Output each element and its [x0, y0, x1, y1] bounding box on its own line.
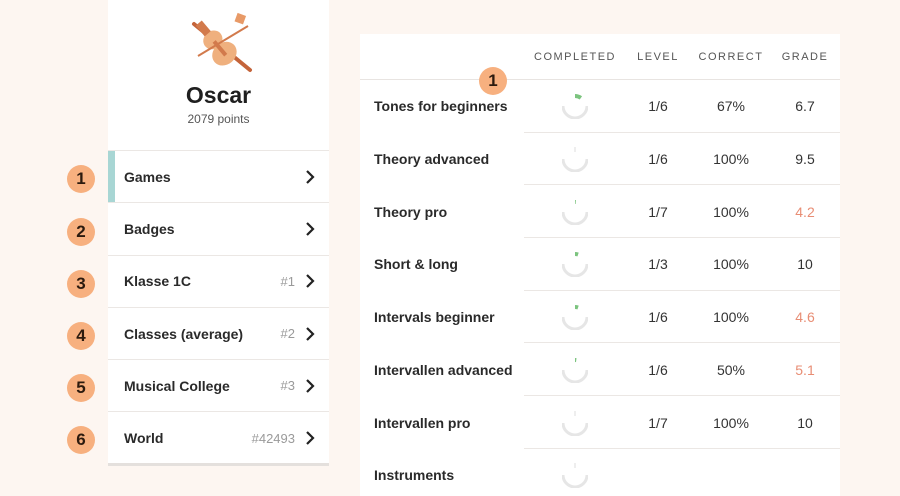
completion-progress-ring — [562, 357, 588, 383]
grade-cell: 4.2 — [795, 203, 815, 220]
step-badge: 4 — [67, 322, 95, 350]
profile-name: Oscar — [185, 82, 252, 108]
correct-cell: 100% — [713, 414, 749, 431]
step-badge: 1 — [67, 165, 95, 193]
grade-cell: 5.1 — [795, 361, 815, 378]
level-cell: 1/3 — [648, 256, 668, 273]
completion-progress-ring — [562, 252, 588, 278]
completion-progress-ring — [562, 94, 588, 120]
grade-cell: 4.6 — [795, 309, 815, 326]
level-cell: 1/7 — [648, 203, 668, 220]
menu-item-label: Classes (average) — [124, 325, 244, 342]
menu-item-klasse-1c[interactable]: Klasse 1C #1 — [108, 254, 329, 307]
profile-menu: Games Badges Klasse 1C #1 Classes (avera… — [108, 150, 329, 464]
violin-icon — [192, 12, 252, 72]
menu-item-rank: #3 — [280, 378, 295, 394]
menu-item-classes-average[interactable]: Classes (average) #2 — [108, 306, 329, 359]
game-name: Tones for beginners — [374, 98, 508, 115]
game-name: Theory advanced — [374, 151, 490, 168]
menu-item-games[interactable]: Games — [108, 150, 329, 203]
menu-item-world[interactable]: World #42493 — [108, 411, 329, 463]
column-header-level[interactable]: LEVEL — [628, 51, 688, 63]
correct-cell: 67% — [716, 98, 746, 115]
correct-cell: 100% — [713, 203, 749, 220]
step-badge: 1 — [479, 67, 507, 95]
menu-item-rank: #2 — [280, 326, 295, 342]
game-name: Intervallen pro — [374, 414, 471, 431]
step-badge: 3 — [67, 270, 95, 298]
menu-item-rank: #1 — [280, 273, 295, 289]
grade-cell: 10 — [797, 414, 813, 431]
table-row[interactable]: Instruments — [360, 449, 840, 496]
table-row[interactable]: Intervallen advanced 1/6 50% 5.1 — [360, 344, 840, 397]
level-cell: 1/6 — [648, 151, 668, 168]
completion-progress-ring — [562, 305, 588, 331]
correct-cell: 100% — [713, 309, 749, 326]
completion-progress-ring — [562, 147, 588, 173]
game-name: Intervallen advanced — [374, 361, 513, 378]
step-badge: 5 — [67, 374, 95, 402]
level-cell: 1/7 — [648, 414, 668, 431]
game-name: Theory pro — [374, 203, 448, 220]
chevron-right-icon — [306, 169, 315, 184]
table-row[interactable]: Theory pro 1/7 100% 4.2 — [360, 185, 840, 239]
menu-item-label: Games — [124, 168, 171, 185]
level-cell: 1/6 — [648, 309, 668, 326]
grade-cell: 9.5 — [795, 151, 815, 168]
menu-item-label: Badges — [124, 220, 175, 237]
correct-cell: 100% — [713, 151, 749, 168]
chevron-right-icon — [306, 326, 315, 341]
games-table: COMPLETED LEVEL CORRECT GRADE Tones for … — [360, 34, 840, 496]
chevron-right-icon — [306, 274, 315, 289]
menu-item-label: Klasse 1C — [124, 273, 191, 290]
grade-cell: 6.7 — [795, 98, 815, 115]
menu-item-badges[interactable]: Badges — [108, 202, 329, 254]
game-name: Instruments — [374, 467, 455, 484]
chevron-right-icon — [306, 431, 315, 445]
table-row[interactable]: Short & long 1/3 100% 10 — [360, 238, 840, 291]
correct-cell: 50% — [716, 361, 746, 378]
column-header-correct[interactable]: CORRECT — [694, 51, 768, 63]
profile-card: Oscar 2079 points Games Badges Klasse 1C… — [108, 0, 329, 466]
grade-cell: 10 — [797, 256, 813, 273]
completion-progress-ring — [562, 199, 588, 225]
chevron-right-icon — [306, 222, 315, 236]
column-header-grade[interactable]: GRADE — [776, 51, 834, 63]
completion-progress-ring — [562, 463, 588, 489]
profile-points: 2079 points — [187, 112, 250, 126]
menu-item-label: World — [124, 430, 164, 447]
level-cell: 1/6 — [648, 98, 668, 115]
table-row[interactable]: Tones for beginners 1/6 67% 6.7 — [360, 80, 840, 133]
menu-item-rank: #42493 — [251, 430, 295, 446]
step-badge: 2 — [67, 218, 95, 246]
column-header-completed[interactable]: COMPLETED — [530, 51, 620, 63]
level-cell: 1/6 — [648, 361, 668, 378]
table-row[interactable]: Intervals beginner 1/6 100% 4.6 — [360, 291, 840, 344]
game-name: Short & long — [374, 256, 458, 273]
menu-item-musical-college[interactable]: Musical College #3 — [108, 359, 329, 411]
completion-progress-ring — [562, 410, 588, 436]
chevron-right-icon — [306, 379, 315, 393]
menu-item-label: Musical College — [124, 377, 230, 394]
step-badge: 6 — [67, 426, 95, 454]
correct-cell: 100% — [713, 256, 749, 273]
table-header: COMPLETED LEVEL CORRECT GRADE — [360, 34, 840, 80]
table-row[interactable]: Theory advanced 1/6 100% 9.5 — [360, 133, 840, 186]
table-row[interactable]: Intervallen pro 1/7 100% 10 — [360, 396, 840, 449]
game-name: Intervals beginner — [374, 309, 495, 326]
